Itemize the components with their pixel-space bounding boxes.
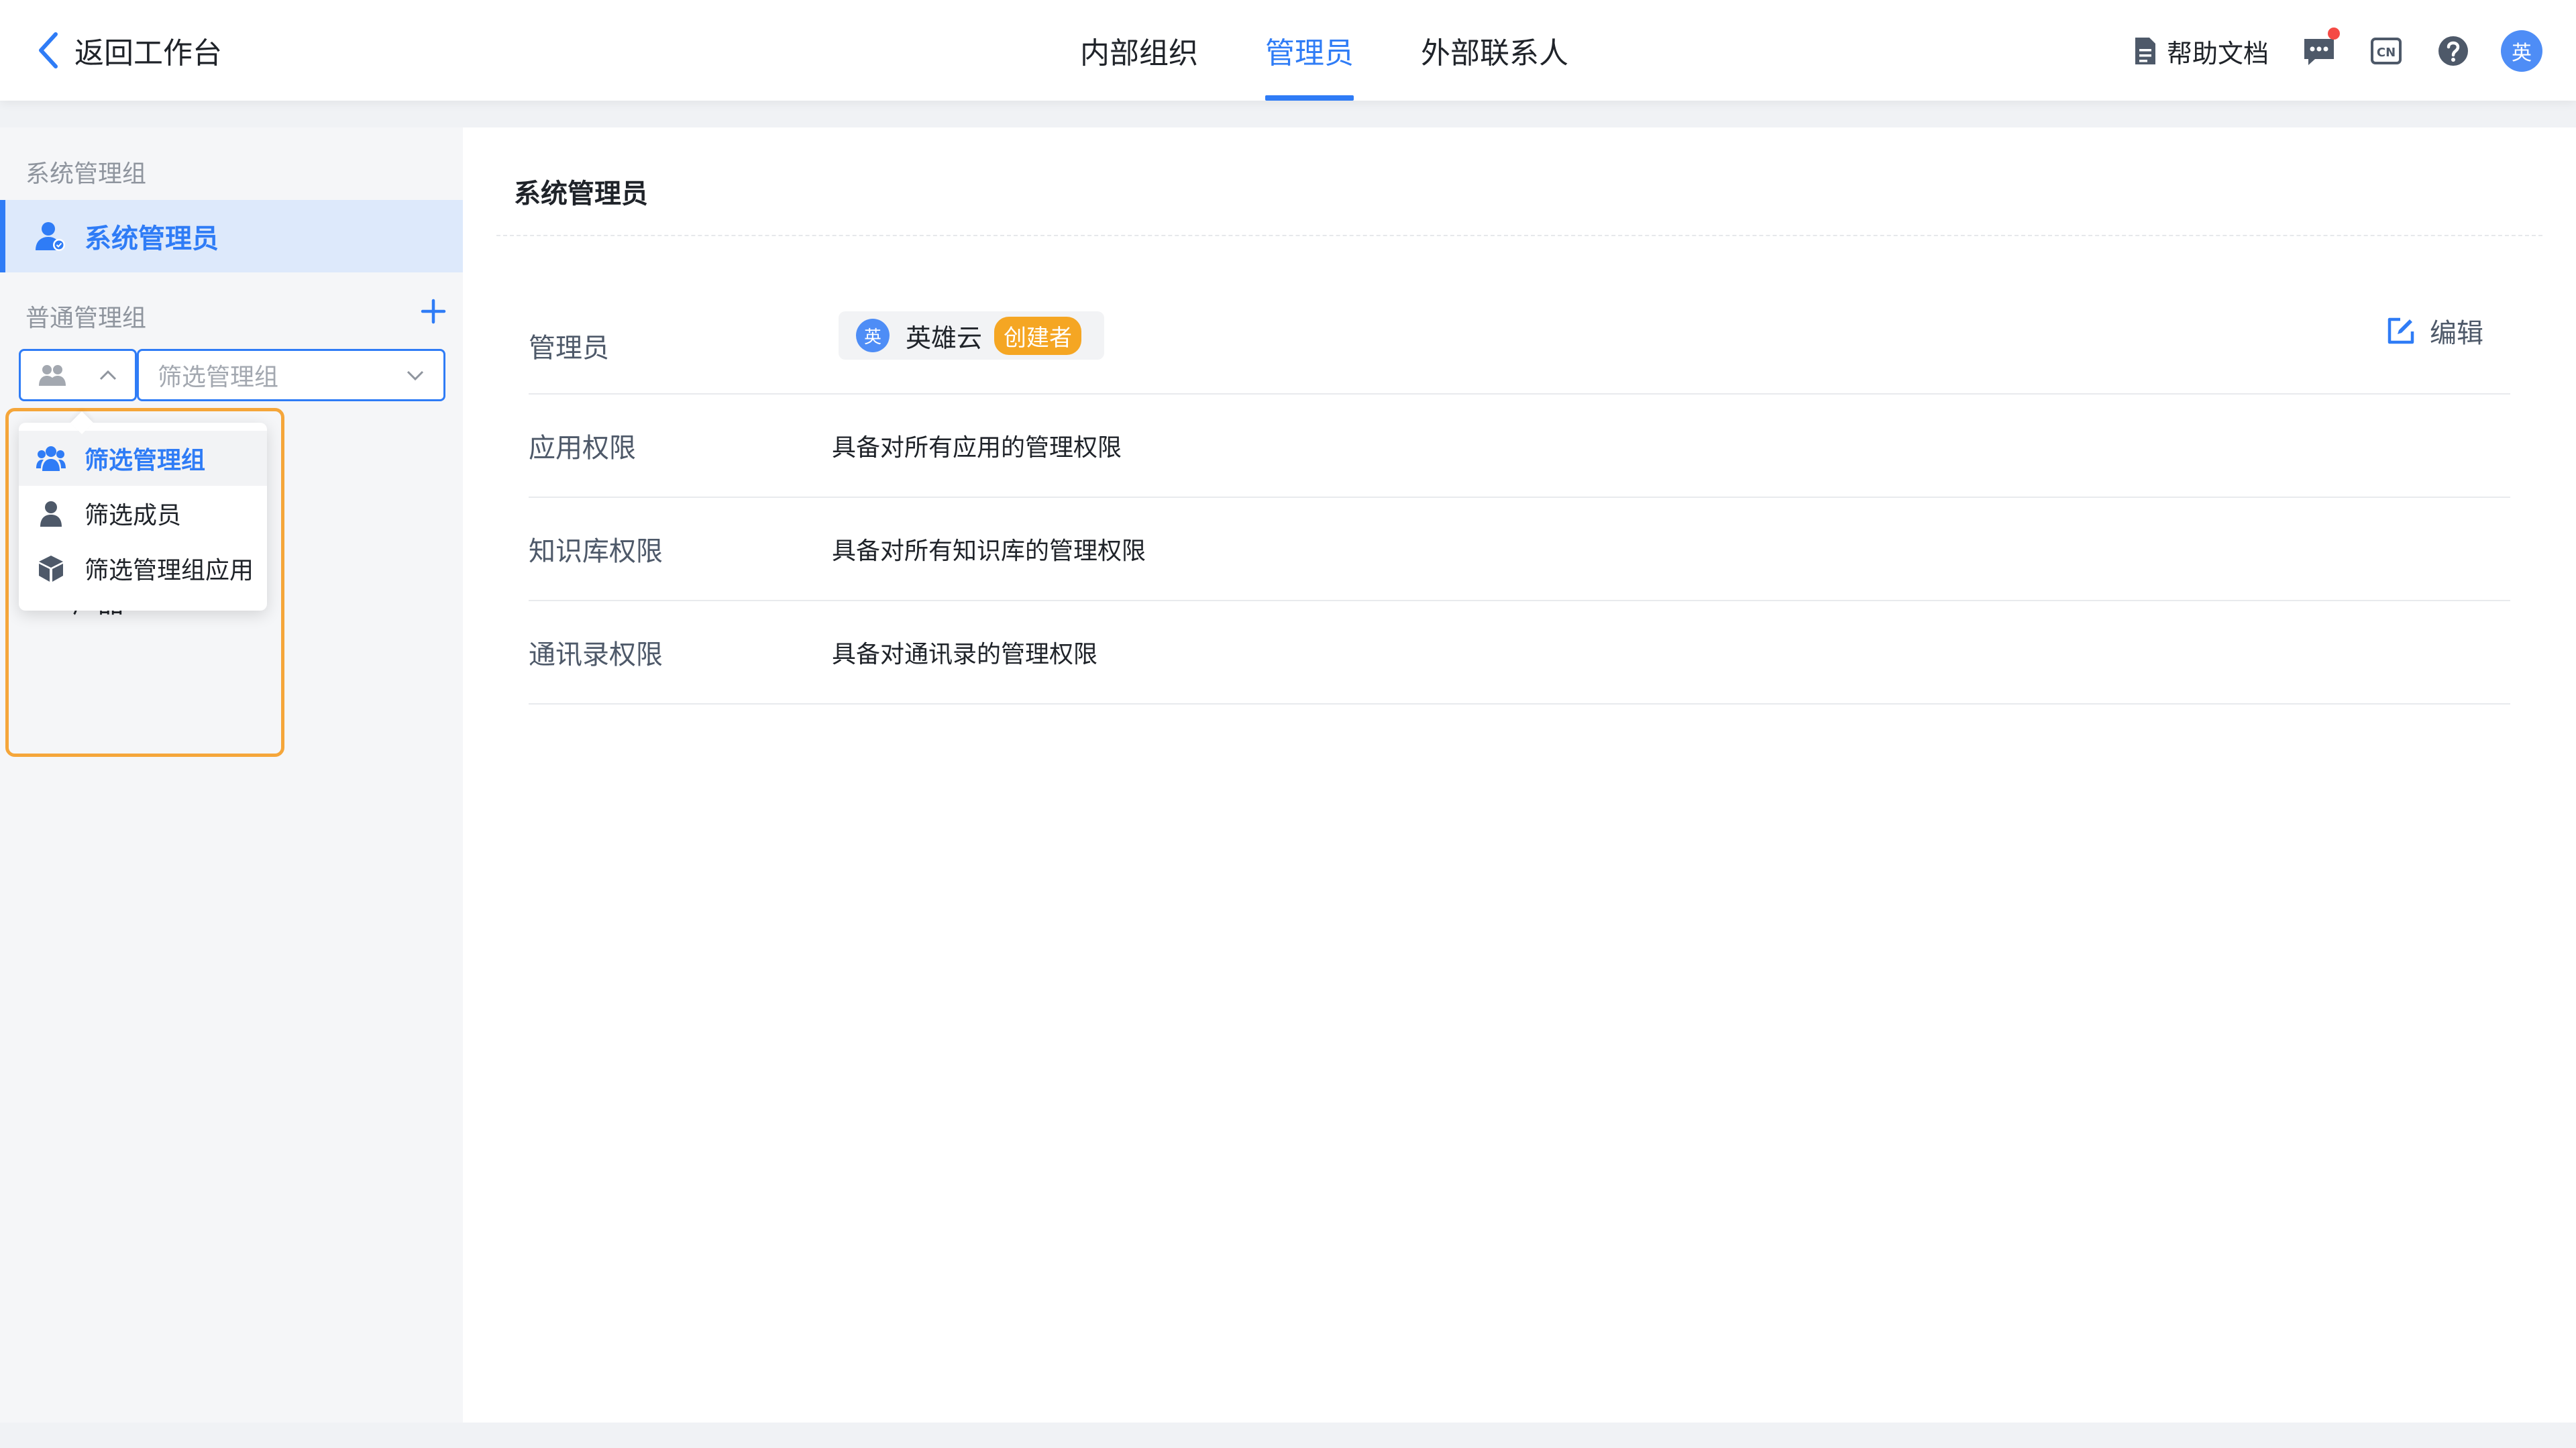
help-docs-button[interactable]: 帮助文档 — [2133, 33, 2269, 70]
row-contacts-permission: 通讯录权限 具备对通讯录的管理权限 — [529, 601, 2510, 705]
row-administrator: 管理员 英 英雄云 创建者 编辑 — [529, 282, 2510, 395]
row-label: 应用权限 — [529, 433, 636, 464]
top-bar: 返回工作台 内部组织 管理员 外部联系人 帮助文档 CN 英 — [0, 0, 2576, 101]
edit-button[interactable]: 编辑 — [2385, 311, 2483, 350]
question-icon — [2438, 36, 2468, 66]
admin-chip: 英 英雄云 创建者 — [839, 311, 1105, 360]
back-to-workbench-button[interactable]: 返回工作台 — [37, 28, 222, 72]
chevron-down-icon — [407, 370, 424, 381]
sidebar-item-system-admin[interactable]: 系统管理员 — [0, 200, 463, 272]
main-tabs: 内部组织 管理员 外部联系人 — [1046, 0, 1602, 101]
filter-placeholder: 筛选管理组 — [158, 364, 279, 391]
tab-internal-org[interactable]: 内部组织 — [1046, 0, 1232, 101]
row-app-permission: 应用权限 具备对所有应用的管理权限 — [529, 395, 2510, 498]
chevron-up-icon — [99, 370, 117, 380]
language-button[interactable]: CN — [2367, 32, 2406, 70]
row-value: 具备对所有知识库的管理权限 — [832, 537, 1146, 565]
cube-icon — [39, 556, 63, 582]
help-button[interactable] — [2434, 32, 2473, 70]
row-label: 知识库权限 — [529, 536, 663, 567]
tab-external-contacts[interactable]: 外部联系人 — [1387, 0, 1602, 101]
divider — [496, 235, 2542, 236]
section-system-group: 系统管理组 — [25, 160, 147, 188]
row-label: 通讯录权限 — [529, 639, 663, 670]
document-icon — [2135, 38, 2155, 64]
chevron-left-icon — [39, 32, 58, 68]
admin-user-icon — [36, 222, 65, 251]
edit-label: 编辑 — [2430, 318, 2483, 349]
dropdown-item-label: 筛选管理组应用 — [85, 557, 254, 584]
group-icon — [39, 365, 66, 386]
row-label: 管理员 — [529, 333, 609, 364]
page-title: 系统管理员 — [514, 178, 648, 209]
user-avatar[interactable]: 英 — [2501, 30, 2542, 72]
filter-type-toggle[interactable] — [19, 349, 137, 401]
avatar: 英 — [856, 319, 890, 352]
help-docs-label: 帮助文档 — [2166, 38, 2269, 68]
language-icon: CN — [2371, 38, 2402, 64]
notification-dot — [2328, 28, 2340, 40]
dropdown-item-filter-groups[interactable]: 筛选管理组 — [19, 431, 267, 486]
filter-group-select[interactable]: 筛选管理组 — [137, 349, 445, 401]
group-icon — [36, 446, 66, 471]
dropdown-item-label: 筛选成员 — [85, 502, 182, 529]
dropdown-item-filter-members[interactable]: 筛选成员 — [19, 486, 267, 541]
header-tools: 帮助文档 CN 英 — [2133, 27, 2542, 75]
dropdown-item-filter-group-apps[interactable]: 筛选管理组应用 — [19, 541, 267, 596]
row-value: 具备对所有应用的管理权限 — [832, 434, 1122, 462]
sidebar: 系统管理组 系统管理员 普通管理组 筛选管理组 产品 — [0, 127, 463, 1423]
filter-type-dropdown: 筛选管理组 筛选成员 筛选管理组应用 — [19, 423, 267, 611]
row-knowledge-permission: 知识库权限 具备对所有知识库的管理权限 — [529, 498, 2510, 601]
messages-button[interactable] — [2300, 28, 2340, 70]
user-icon — [40, 501, 62, 527]
back-label: 返回工作台 — [74, 36, 222, 70]
add-group-icon[interactable] — [417, 295, 449, 327]
creator-badge: 创建者 — [994, 316, 1082, 355]
dropdown-item-label: 筛选管理组 — [85, 447, 206, 474]
section-normal-group: 普通管理组 — [25, 305, 147, 332]
sidebar-item-label: 系统管理员 — [85, 223, 219, 254]
edit-icon — [2387, 317, 2414, 344]
tab-administrators[interactable]: 管理员 — [1232, 0, 1387, 101]
row-value: 具备对通讯录的管理权限 — [832, 641, 1098, 668]
main-panel: 系统管理员 管理员 英 英雄云 创建者 编辑 应用权限 具备对所有应用的管理权限… — [463, 127, 2576, 1423]
svg-text:CN: CN — [2377, 46, 2396, 60]
admin-name: 英雄云 — [906, 323, 983, 353]
